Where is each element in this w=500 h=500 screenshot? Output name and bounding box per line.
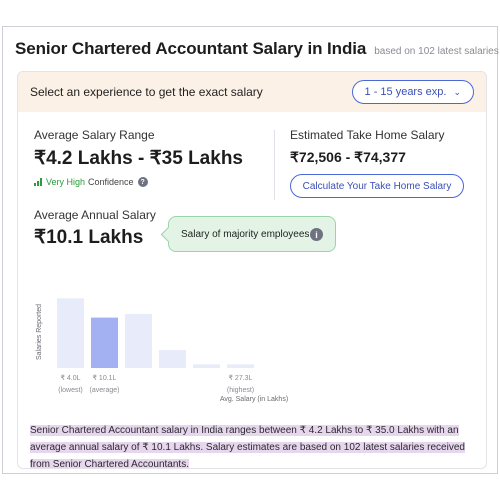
confidence-level: Very High: [46, 177, 86, 187]
chart-tick-label: ₹ 4.0L: [60, 374, 80, 382]
experience-prompt: Select an experience to get the exact sa…: [30, 85, 263, 99]
chart-tick-note: (average): [90, 387, 120, 394]
salary-card: Select an experience to get the exact sa…: [17, 71, 487, 469]
salary-summary: Senior Chartered Accountant salary in In…: [30, 422, 476, 469]
salary-range-value: ₹4.2 Lakhs - ₹35 Lakhs: [34, 148, 243, 169]
calculate-take-home-button[interactable]: Calculate Your Take Home Salary: [290, 174, 464, 198]
chart-bar: [125, 314, 152, 368]
signal-bars-icon: [34, 178, 43, 186]
take-home-label: Estimated Take Home Salary: [290, 128, 445, 142]
chart-bar: [227, 364, 254, 368]
info-icon[interactable]: ?: [137, 177, 148, 187]
header: Senior Chartered Accountant Salary in In…: [15, 39, 499, 63]
chart-bar: [91, 317, 118, 368]
salary-range-label: Average Salary Range: [34, 128, 155, 142]
chart-tick-label: ₹ 27.3L: [229, 374, 253, 382]
tooltip-text: Salary of majority employees: [181, 228, 310, 240]
average-salary-label: Average Annual Salary: [34, 208, 156, 222]
chart-tick-label: ₹ 10.1L: [93, 374, 117, 382]
info-icon[interactable]: i: [310, 228, 323, 241]
average-salary-value: ₹10.1 Lakhs: [34, 227, 144, 248]
summary-text: Senior Chartered Accountant salary in In…: [30, 425, 465, 469]
take-home-value: ₹72,506 - ₹74,377: [290, 149, 406, 165]
chevron-down-icon: ⌄: [453, 86, 461, 97]
majority-salary-tooltip: Salary of majority employees i: [168, 216, 336, 252]
salary-widget: Senior Chartered Accountant Salary in In…: [2, 26, 499, 474]
chart-x-axis-label: Avg. Salary (in Lakhs): [220, 396, 288, 403]
vertical-divider: [274, 130, 275, 200]
experience-bar: Select an experience to get the exact sa…: [18, 72, 486, 112]
chart-bar: [159, 350, 186, 368]
page-subtitle: based on 102 latest salaries: [374, 46, 499, 57]
chart-tick-note: (lowest): [58, 387, 83, 394]
confidence-indicator: Very High Confidence ?: [34, 177, 148, 187]
confidence-text: Confidence: [88, 177, 134, 187]
page-title: Senior Chartered Accountant Salary in In…: [15, 39, 367, 58]
chart-bar: [57, 298, 84, 368]
salary-distribution-chart: Salaries Reported ₹ 4.0L (lowest) ₹ 10.1L (…: [36, 298, 288, 403]
chart-tick-note: (highest): [227, 387, 254, 394]
experience-dropdown-label: 1 - 15 years exp.: [364, 86, 447, 98]
experience-dropdown[interactable]: 1 - 15 years exp. ⌄: [351, 80, 474, 104]
chart-bar: [193, 364, 220, 368]
chart-y-axis-label: Salaries Reported: [36, 304, 43, 360]
